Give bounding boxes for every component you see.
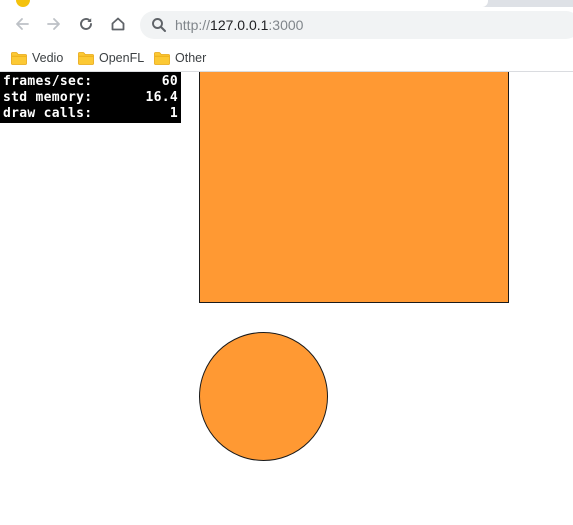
page-viewport: frames/sec: 60 std memory: 16.4 draw cal…	[0, 72, 573, 525]
arrow-right-icon	[47, 18, 60, 30]
bookmark-label: Other	[175, 51, 207, 65]
stat-label: frames/sec:	[3, 74, 93, 89]
stat-row-memory: std memory: 16.4	[3, 90, 178, 106]
folder-icon	[154, 51, 170, 65]
stat-row-fps: frames/sec: 60	[3, 74, 178, 90]
bookmark-other[interactable]: Other	[154, 48, 206, 68]
url-host: 127.0.0.1	[210, 17, 269, 33]
reload-button[interactable]	[72, 10, 100, 38]
back-button[interactable]	[8, 10, 36, 38]
browser-toolbar: http://127.0.0.1:3000	[0, 7, 573, 43]
bookmarks-bar: Vedio OpenFL Other	[0, 43, 573, 72]
bookmark-label: Vedio	[32, 51, 64, 65]
bookmark-openfl[interactable]: OpenFL	[78, 48, 144, 68]
orange-circle-shape	[199, 332, 328, 461]
stat-row-draw-calls: draw calls: 1	[3, 106, 178, 122]
stat-value: 60	[161, 74, 178, 89]
bookmark-label: OpenFL	[99, 51, 145, 65]
active-tab[interactable]	[0, 0, 488, 7]
address-bar[interactable]: http://127.0.0.1:3000	[140, 11, 573, 39]
browser-window: http://127.0.0.1:3000 Vedio OpenFL Other	[0, 0, 573, 525]
home-button[interactable]	[104, 10, 132, 38]
tab-favicon-icon	[16, 0, 30, 7]
folder-icon	[78, 51, 94, 65]
url-port: :3000	[268, 17, 304, 33]
url-text[interactable]: http://127.0.0.1:3000	[175, 16, 303, 34]
stat-value: 16.4	[145, 90, 178, 105]
home-icon	[111, 17, 125, 31]
stat-label: draw calls:	[3, 106, 93, 121]
url-scheme: http://	[175, 17, 211, 33]
arrow-left-icon	[16, 18, 29, 30]
stat-label: std memory:	[3, 90, 93, 105]
search-icon	[152, 18, 166, 32]
bookmark-vedio[interactable]: Vedio	[11, 48, 63, 68]
reload-icon	[80, 18, 92, 30]
orange-rectangle-shape	[199, 72, 509, 303]
stat-value: 1	[169, 106, 178, 121]
forward-button[interactable]	[40, 10, 68, 38]
tab-strip	[0, 0, 573, 7]
fps-stats-panel: frames/sec: 60 std memory: 16.4 draw cal…	[0, 72, 181, 123]
folder-icon	[11, 51, 27, 65]
